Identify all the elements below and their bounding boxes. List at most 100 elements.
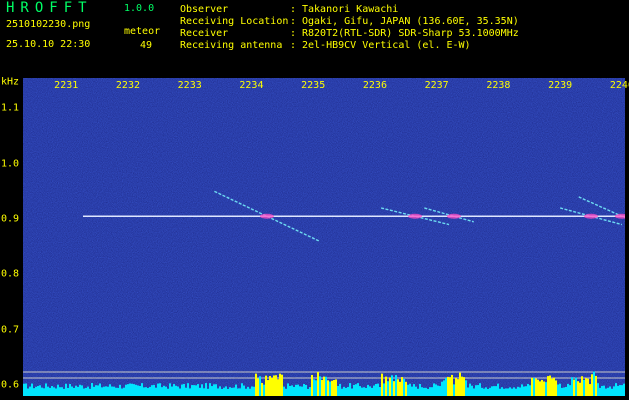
- signal-bar: [35, 386, 37, 396]
- signal-bar: [541, 379, 543, 396]
- signal-bar: [599, 387, 601, 396]
- signal-bar: [115, 387, 117, 396]
- signal-bar: [543, 381, 545, 396]
- signal-bar: [299, 386, 301, 396]
- meteor-count: 49: [140, 40, 153, 51]
- signal-bar: [197, 384, 199, 396]
- signal-bar: [419, 383, 421, 396]
- signal-bar: [257, 378, 259, 396]
- signal-bar: [409, 383, 411, 396]
- signal-bar: [503, 388, 505, 396]
- signal-bar: [199, 387, 201, 396]
- signal-bar: [559, 383, 561, 396]
- signal-bar: [203, 388, 205, 396]
- signal-bar: [303, 384, 305, 396]
- signal-bar: [527, 383, 529, 396]
- y-tick-label: 1.0: [1, 158, 20, 170]
- signal-bar: [351, 388, 353, 396]
- signal-bar: [75, 385, 77, 396]
- signal-bar: [361, 387, 363, 396]
- signal-bar: [493, 386, 495, 396]
- signal-bar: [171, 386, 173, 396]
- signal-bar: [277, 379, 279, 396]
- y-axis: kHz 1.1 1.0 0.9 0.8 0.7 0.6: [0, 73, 22, 400]
- signal-bar: [135, 384, 137, 396]
- spectrogram-noise: [23, 78, 625, 396]
- signal-bar: [621, 385, 623, 396]
- signal-bar: [235, 384, 237, 396]
- signal-bar: [561, 387, 563, 396]
- y-tick-label: 0.8: [1, 268, 20, 280]
- signal-bar: [601, 385, 603, 396]
- signal-bar: [255, 373, 257, 396]
- signal-bar: [557, 384, 559, 396]
- signal-bar: [29, 386, 31, 396]
- signal-bar: [91, 383, 93, 396]
- signal-bar: [161, 387, 163, 396]
- signal-bar: [467, 387, 469, 396]
- signal-bar: [77, 386, 79, 396]
- signal-bar: [307, 388, 309, 396]
- signal-bar: [293, 386, 295, 396]
- signal-bar: [415, 386, 417, 396]
- signal-bar: [167, 388, 169, 396]
- signal-bar: [67, 387, 69, 396]
- signal-bar: [595, 375, 597, 396]
- signal-bar: [175, 385, 177, 396]
- signal-bar: [347, 386, 349, 396]
- signal-bar: [173, 384, 175, 396]
- signal-bar: [385, 376, 387, 396]
- signal-bar: [427, 388, 429, 396]
- signal-bar: [597, 383, 599, 396]
- signal-bar: [355, 384, 357, 396]
- signal-bar: [575, 377, 577, 396]
- antenna-separator: :: [290, 40, 297, 51]
- signal-bar: [571, 377, 573, 396]
- signal-bar: [353, 384, 355, 396]
- signal-bar: [183, 383, 185, 396]
- signal-bar: [459, 372, 461, 396]
- signal-bar: [233, 387, 235, 396]
- signal-bar: [437, 385, 439, 396]
- signal-bar: [223, 387, 225, 396]
- signal-bar: [563, 387, 565, 396]
- signal-bar: [611, 388, 613, 396]
- signal-bar: [113, 386, 115, 396]
- signal-bar: [587, 378, 589, 396]
- signal-bar: [43, 388, 45, 396]
- signal-bar: [165, 386, 167, 396]
- signal-bar: [407, 384, 409, 396]
- signal-bar: [215, 384, 217, 396]
- signal-bar: [359, 386, 361, 396]
- signal-bar: [157, 383, 159, 396]
- signal-bar: [151, 385, 153, 396]
- signal-bar: [461, 376, 463, 396]
- signal-bar: [105, 386, 107, 396]
- signal-bar: [443, 380, 445, 396]
- signal-bar: [333, 379, 335, 396]
- signal-bar: [513, 387, 515, 396]
- signal-bar: [531, 377, 533, 396]
- signal-bar: [249, 388, 251, 396]
- signal-bar: [477, 385, 479, 396]
- signal-bar: [269, 376, 271, 396]
- signal-bar: [389, 377, 391, 396]
- signal-bar: [499, 388, 501, 396]
- signal-bar: [453, 384, 455, 396]
- signal-bar: [201, 384, 203, 396]
- signal-bar: [433, 383, 435, 396]
- signal-bar: [413, 384, 415, 396]
- signal-bar: [507, 388, 509, 396]
- signal-bar: [609, 386, 611, 396]
- signal-bar: [455, 377, 457, 396]
- signal-bar: [95, 385, 97, 396]
- signal-bar: [133, 384, 135, 396]
- signal-bar: [565, 386, 567, 396]
- signal-bar: [365, 387, 367, 396]
- signal-bar: [273, 375, 275, 396]
- app-version: 1.0.0: [124, 3, 155, 14]
- signal-bar: [373, 385, 375, 396]
- signal-bar: [463, 377, 465, 396]
- signal-bar: [329, 381, 331, 396]
- signal-bar: [259, 376, 261, 396]
